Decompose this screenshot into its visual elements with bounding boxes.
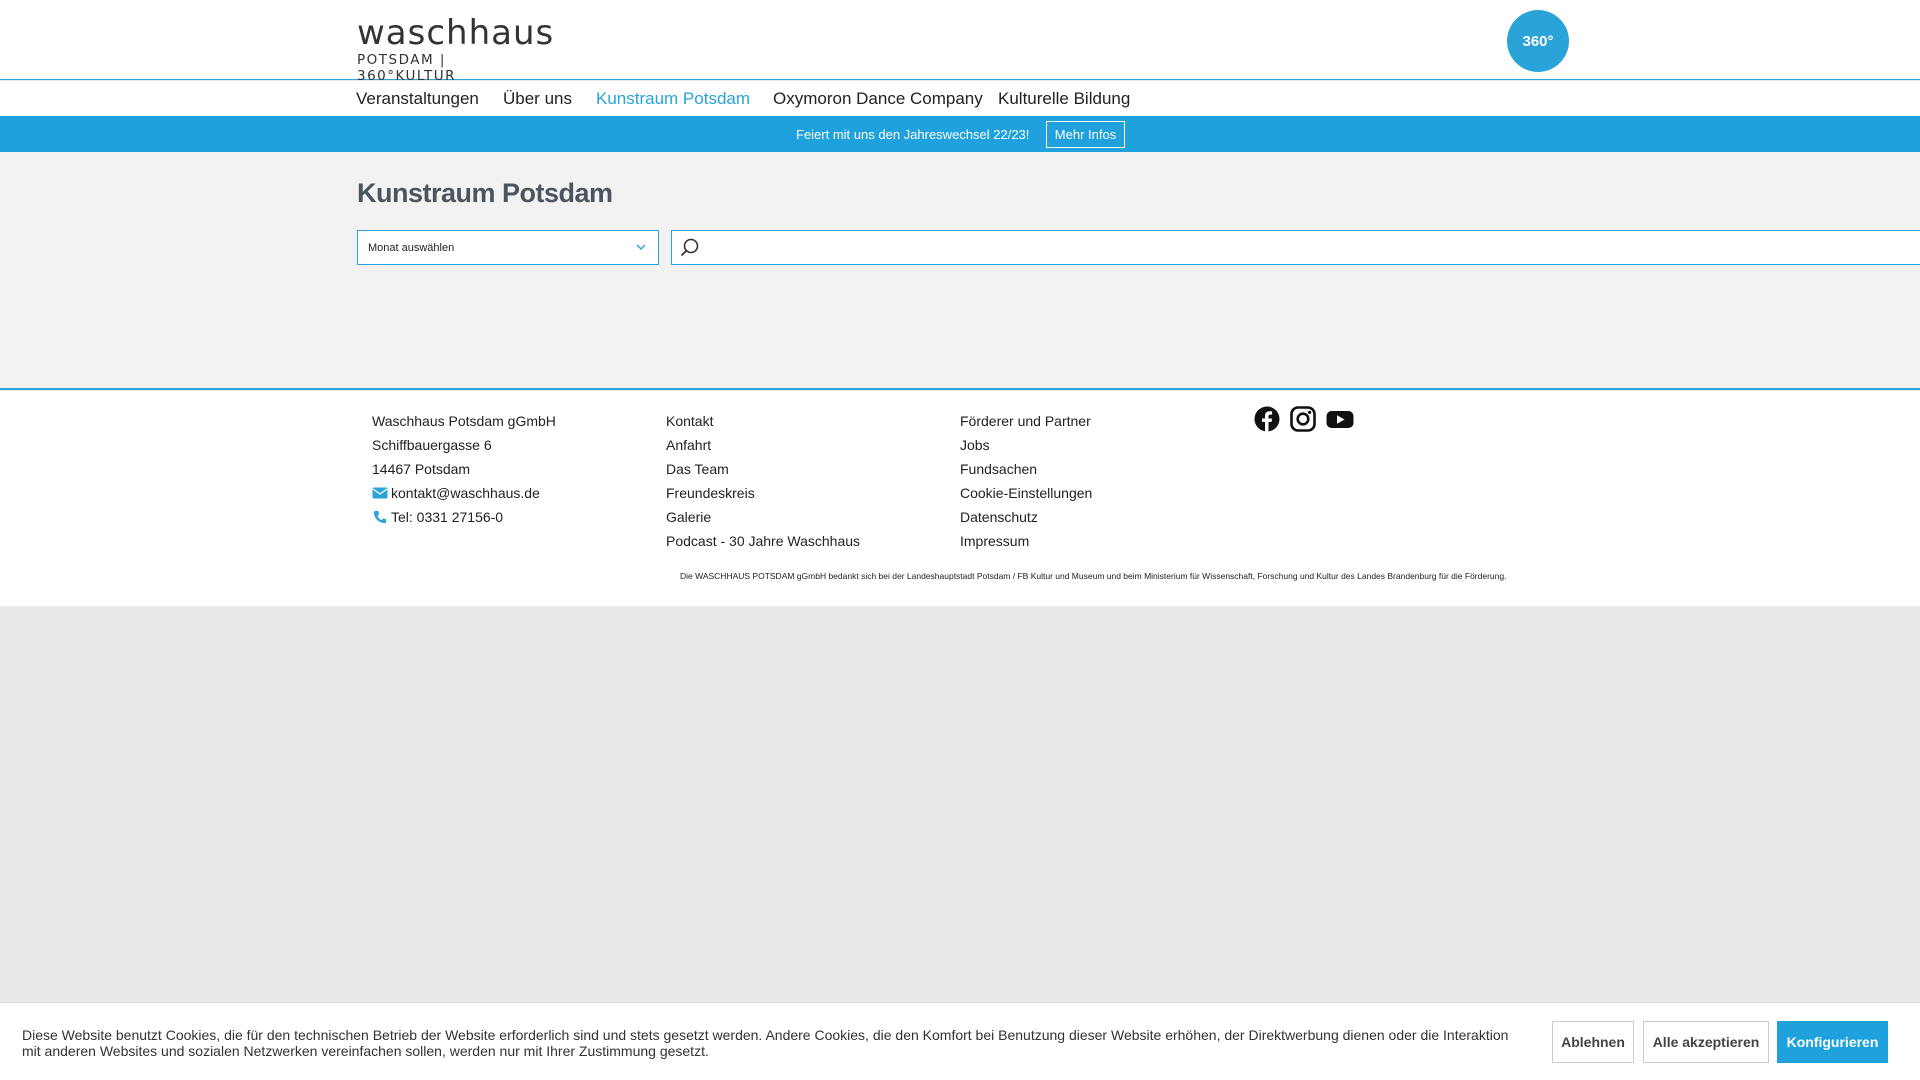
cookie-message: Diese Website benutzt Cookies, die für d… bbox=[22, 1027, 1509, 1059]
month-select-value: Monat auswählen bbox=[368, 242, 455, 254]
address-phone-row[interactable]: Tel: 0331 27156-0 bbox=[372, 505, 556, 529]
more-info-button[interactable]: Mehr Infos bbox=[1046, 121, 1125, 148]
month-select[interactable]: Monat auswählen bbox=[357, 230, 659, 265]
configure-button[interactable]: Konfigurieren bbox=[1777, 1021, 1888, 1063]
footer-link-kontakt[interactable]: Kontakt bbox=[666, 409, 860, 433]
footer-link-fundsachen[interactable]: Fundsachen bbox=[960, 457, 1092, 481]
funding-note: Die WASCHHAUS POTSDAM gGmbH bedankt sich… bbox=[680, 571, 1507, 581]
waschhaus-logo[interactable]: waschhaus POTSDAM | 360°KULTUR bbox=[357, 13, 555, 84]
footer-link-cookie-einstellungen[interactable]: Cookie-Einstellungen bbox=[960, 481, 1092, 505]
footer-link-foerderer[interactable]: Förderer und Partner bbox=[960, 409, 1092, 433]
address-phone[interactable]: Tel: 0331 27156-0 bbox=[391, 509, 503, 525]
social-links bbox=[1254, 406, 1354, 432]
search-icon[interactable] bbox=[679, 237, 701, 259]
footer-link-freundeskreis[interactable]: Freundeskreis bbox=[666, 481, 860, 505]
chevron-down-icon bbox=[636, 244, 646, 250]
address-name: Waschhaus Potsdam gGmbH bbox=[372, 413, 556, 429]
nav-item-kunstraum-potsdam[interactable]: Kunstraum Potsdam bbox=[596, 89, 750, 109]
youtube-icon[interactable] bbox=[1326, 406, 1354, 432]
nav-item-oxymoron-dance-company[interactable]: Oxymoron Dance Company bbox=[773, 89, 983, 109]
footer-link-impressum[interactable]: Impressum bbox=[960, 529, 1092, 553]
address-city: 14467 Potsdam bbox=[372, 461, 471, 477]
search-box bbox=[671, 230, 1920, 265]
envelope-icon bbox=[372, 487, 388, 499]
badge-label: 360° bbox=[1522, 32, 1554, 50]
footer-link-jobs[interactable]: Jobs bbox=[960, 433, 1092, 457]
footer-links-1: Kontakt Anfahrt Das Team Freundeskreis G… bbox=[666, 409, 860, 553]
footer-link-anfahrt[interactable]: Anfahrt bbox=[666, 433, 860, 457]
nav-item-kulturelle-bildung[interactable]: Kulturelle Bildung bbox=[998, 89, 1130, 109]
page-title: Kunstraum Potsdam bbox=[357, 178, 613, 208]
promo-banner: Feiert mit uns den Jahreswechsel 22/23! … bbox=[0, 116, 1920, 152]
phone-icon bbox=[373, 510, 387, 524]
accept-all-button[interactable]: Alle akzeptieren bbox=[1643, 1021, 1769, 1063]
site-footer: Waschhaus Potsdam gGmbH Schiffbauergasse… bbox=[0, 391, 1920, 606]
decline-button[interactable]: Ablehnen bbox=[1552, 1021, 1634, 1063]
address-email-row[interactable]: kontakt@waschhaus.de bbox=[372, 481, 556, 505]
footer-link-galerie[interactable]: Galerie bbox=[666, 505, 860, 529]
logo-subline: POTSDAM | 360°KULTUR bbox=[357, 52, 457, 84]
footer-address: Waschhaus Potsdam gGmbH Schiffbauergasse… bbox=[372, 409, 556, 529]
site-header: waschhaus POTSDAM | 360°KULTUR 360° bbox=[0, 0, 1920, 84]
facebook-icon[interactable] bbox=[1254, 406, 1280, 432]
search-input[interactable] bbox=[710, 231, 1920, 264]
address-email[interactable]: kontakt@waschhaus.de bbox=[391, 485, 540, 501]
instagram-icon[interactable] bbox=[1290, 406, 1316, 432]
nav-item-veranstaltungen[interactable]: Veranstaltungen bbox=[356, 89, 479, 109]
footer-link-das-team[interactable]: Das Team bbox=[666, 457, 860, 481]
360-badge-icon[interactable]: 360° bbox=[1507, 10, 1569, 72]
footer-links-2: Förderer und Partner Jobs Fundsachen Coo… bbox=[960, 409, 1092, 553]
nav-item-ueber-uns[interactable]: Über uns bbox=[503, 89, 572, 109]
footer-link-datenschutz[interactable]: Datenschutz bbox=[960, 505, 1092, 529]
main-content: Kunstraum Potsdam Monat auswählen bbox=[0, 152, 1920, 390]
main-nav: Veranstaltungen Über uns Kunstraum Potsd… bbox=[0, 81, 1920, 116]
cookie-banner: Diese Website benutzt Cookies, die für d… bbox=[0, 1002, 1920, 1080]
logo-wordmark: waschhaus bbox=[357, 13, 555, 53]
address-street: Schiffbauergasse 6 bbox=[372, 437, 492, 453]
promo-text: Feiert mit uns den Jahreswechsel 22/23! bbox=[796, 127, 1030, 142]
footer-link-podcast[interactable]: Podcast - 30 Jahre Waschhaus bbox=[666, 529, 860, 553]
